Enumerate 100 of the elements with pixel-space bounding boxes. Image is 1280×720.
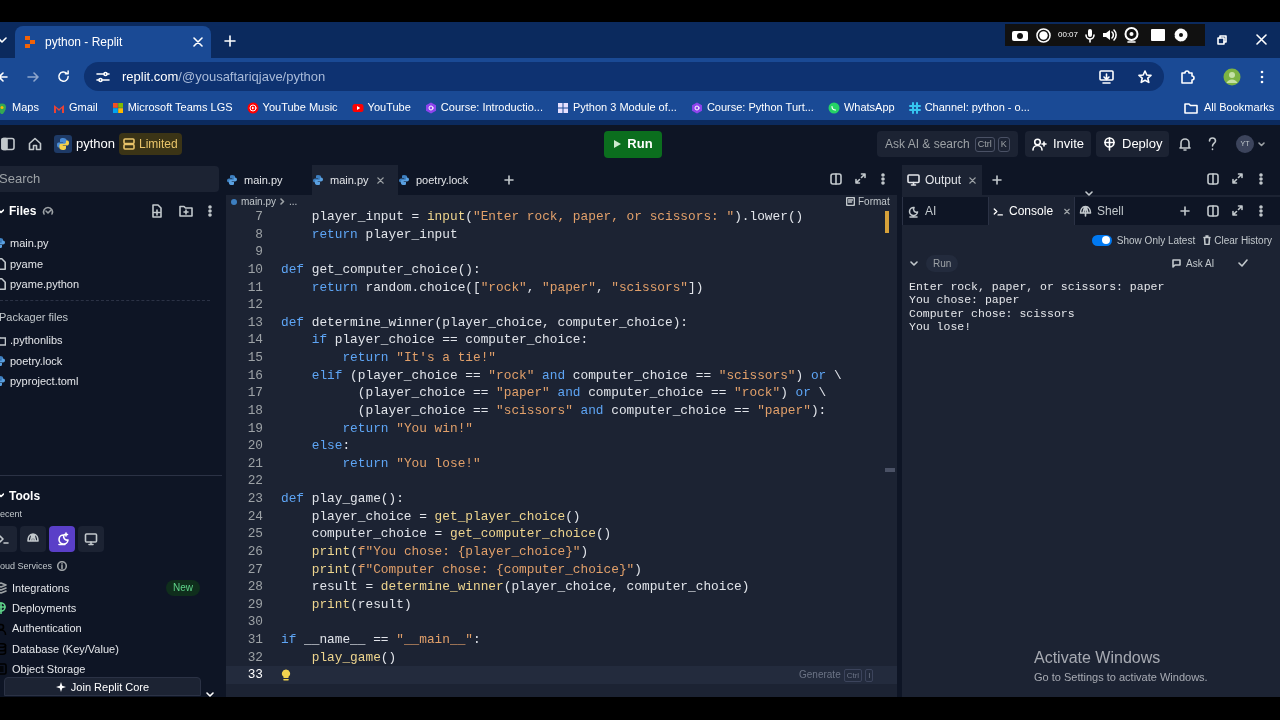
- split-icon[interactable]: [1207, 173, 1219, 185]
- line-number: 32: [246, 648, 263, 667]
- service-item[interactable]: Database (Key/Value): [0, 638, 222, 660]
- join-core-button[interactable]: Join Replit Core: [4, 677, 201, 696]
- back-icon[interactable]: [0, 70, 8, 83]
- search-field[interactable]: Ask AI & search Ctrl K: [877, 131, 1018, 157]
- expand-icon[interactable]: [855, 173, 866, 184]
- search-field[interactable]: Search: [0, 166, 219, 192]
- bookmark[interactable]: Microsoft Teams LGS: [111, 96, 233, 119]
- home-icon[interactable]: [28, 137, 42, 151]
- project-name[interactable]: python: [76, 134, 116, 154]
- close-icon[interactable]: [1064, 207, 1070, 215]
- bookmark[interactable]: Course: Introductio...: [424, 96, 543, 119]
- new-folder-icon[interactable]: [179, 205, 193, 217]
- info-icon[interactable]: [57, 561, 68, 572]
- bookmark[interactable]: Gmail: [52, 96, 98, 119]
- window-icon[interactable]: [1150, 28, 1167, 42]
- expand-icon[interactable]: [1232, 205, 1243, 216]
- more-icon[interactable]: [881, 173, 885, 185]
- monitor-icon: [84, 531, 98, 546]
- plus-icon[interactable]: [992, 175, 1002, 185]
- clear-history-button[interactable]: Clear History: [1203, 232, 1272, 248]
- panel-tab[interactable]: Output: [902, 165, 982, 195]
- webcam-icon[interactable]: [1124, 27, 1140, 43]
- tool-button[interactable]: [78, 525, 104, 552]
- bookmark[interactable]: Course: Python Turt...: [690, 96, 814, 119]
- help-icon[interactable]: [1208, 137, 1217, 151]
- chevron-down-icon[interactable]: [0, 35, 7, 45]
- close-icon[interactable]: [376, 176, 384, 184]
- split-icon[interactable]: [1207, 205, 1219, 217]
- caret-icon[interactable]: [1258, 141, 1265, 147]
- record-icon[interactable]: [1036, 27, 1051, 43]
- chevron-down-icon[interactable]: [1085, 191, 1093, 196]
- bookmark[interactable]: YouTube Music: [246, 96, 338, 119]
- python-file-icon: [312, 174, 324, 186]
- file-item[interactable]: pyame: [0, 253, 222, 274]
- file-item[interactable]: poetry.lock: [0, 350, 222, 371]
- run-button[interactable]: Run: [604, 130, 662, 158]
- sidebar-toggle-icon[interactable]: [1, 137, 15, 151]
- check-icon[interactable]: [1238, 259, 1248, 267]
- new-file-icon[interactable]: [151, 204, 163, 218]
- file-item[interactable]: pyproject.toml: [0, 371, 222, 392]
- profile-icon[interactable]: [1223, 67, 1241, 86]
- lightbulb-icon[interactable]: [281, 669, 291, 682]
- service-item[interactable]: Object Storage: [0, 659, 222, 680]
- microphone-icon[interactable]: [1085, 27, 1096, 43]
- bookmark[interactable]: YouTube: [351, 96, 411, 119]
- new-tab-icon[interactable]: [224, 35, 236, 47]
- restore-icon[interactable]: [1217, 35, 1227, 45]
- close-icon[interactable]: [969, 176, 977, 184]
- star-icon[interactable]: [1138, 69, 1152, 84]
- plus-icon[interactable]: [504, 175, 514, 185]
- breadcrumb-item[interactable]: ...: [289, 195, 298, 208]
- toggle-switch[interactable]: [1091, 234, 1112, 246]
- code-line: play_game(): [310, 648, 397, 667]
- code-line: return random.choice(["rock", "paper", "scissors"]): [310, 278, 704, 297]
- format-button[interactable]: Format: [846, 195, 890, 208]
- extensions-icon[interactable]: [1180, 69, 1195, 84]
- more-icon[interactable]: [1259, 173, 1263, 185]
- file-item[interactable]: main.py: [0, 233, 222, 254]
- bookmark[interactable]: Channel: python - o...: [908, 96, 1030, 119]
- close-window-icon[interactable]: [1256, 34, 1267, 45]
- speaker-icon[interactable]: [1102, 28, 1118, 42]
- bookmark[interactable]: Maps: [0, 96, 39, 119]
- tool-button[interactable]: [20, 525, 46, 552]
- plus-icon[interactable]: [1180, 206, 1190, 216]
- code-line: computer_choice = get_computer_choice(): [310, 525, 612, 543]
- tool-button[interactable]: [49, 525, 75, 552]
- panel-tab[interactable]: Console: [988, 197, 1074, 225]
- install-app-icon[interactable]: [1099, 69, 1114, 84]
- bookmark[interactable]: WhatsApp: [827, 96, 895, 119]
- more-icon[interactable]: [1260, 69, 1264, 84]
- split-icon[interactable]: [830, 173, 842, 185]
- breadcrumb-item[interactable]: main.py: [241, 195, 276, 208]
- editor-tab[interactable]: main.py: [312, 165, 398, 195]
- map-pin-icon: [0, 101, 8, 114]
- browser-tab[interactable]: python - Replit: [15, 26, 211, 58]
- more-icon[interactable]: [208, 205, 212, 217]
- chat-icon: [1172, 258, 1182, 268]
- more-icon[interactable]: [1259, 205, 1263, 217]
- service-item[interactable]: Deployments: [0, 598, 222, 619]
- forward-icon[interactable]: [27, 70, 39, 83]
- service-item[interactable]: Authentication: [0, 618, 222, 639]
- ask-ai-button[interactable]: Ask AI: [1172, 255, 1215, 271]
- bookmark[interactable]: Python 3 Module of...: [556, 96, 677, 119]
- reload-icon[interactable]: [57, 70, 70, 83]
- deploy-button[interactable]: Deploy: [1096, 131, 1170, 157]
- expand-icon[interactable]: [1232, 173, 1243, 184]
- plan-badge[interactable]: Limited: [119, 133, 182, 155]
- site-settings-icon[interactable]: [96, 70, 110, 83]
- service-item[interactable]: Integrations New: [0, 578, 222, 599]
- file-item[interactable]: .pythonlibs: [0, 330, 222, 351]
- address-bar[interactable]: replit.com/@yousaftariqjave/python: [84, 62, 1164, 91]
- camera-icon[interactable]: [1011, 28, 1029, 42]
- all-bookmarks[interactable]: All Bookmarks: [1184, 96, 1275, 119]
- chevron-down-icon[interactable]: [910, 260, 918, 266]
- invite-button[interactable]: Invite: [1025, 131, 1092, 157]
- bell-icon[interactable]: [1179, 137, 1191, 151]
- recording-time: 00:07: [1058, 29, 1079, 41]
- file-item[interactable]: pyame.python: [0, 274, 222, 295]
